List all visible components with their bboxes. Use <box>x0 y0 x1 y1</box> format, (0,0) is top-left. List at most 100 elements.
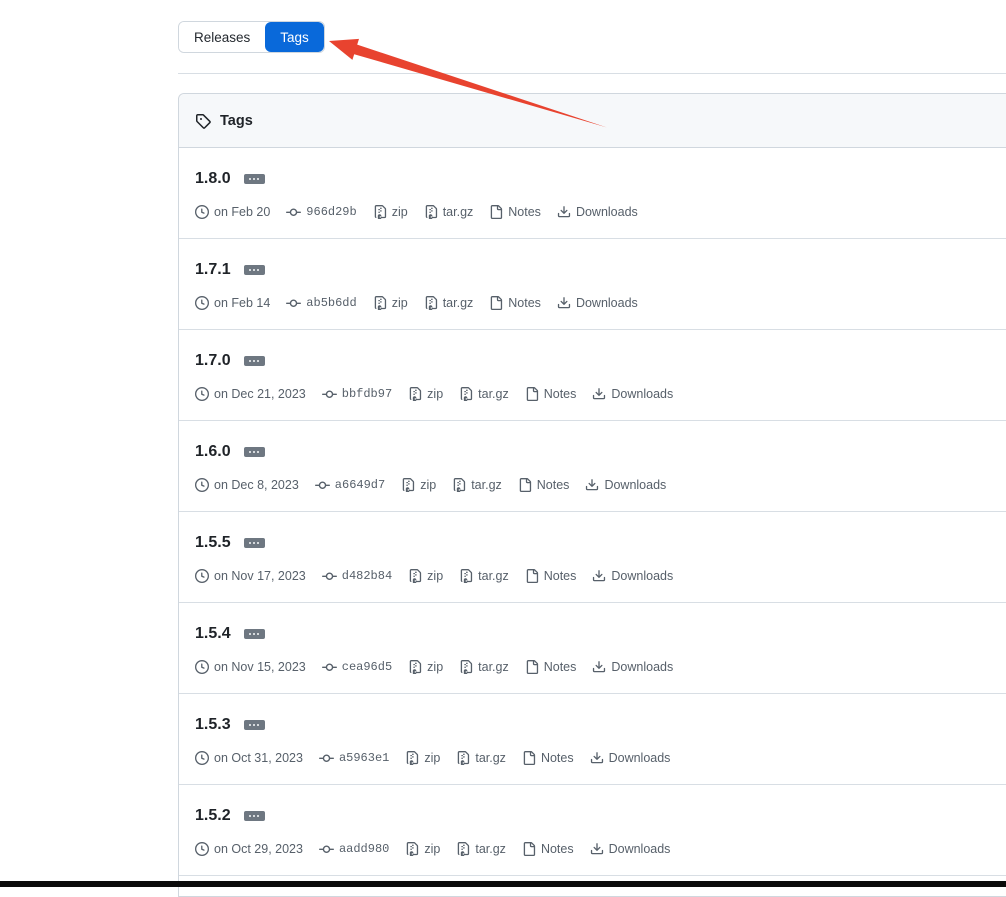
clock-icon <box>195 387 209 401</box>
file-zip-icon <box>408 387 422 401</box>
file-icon <box>522 842 536 856</box>
commit-link[interactable]: bbfdb97 <box>321 386 392 402</box>
ellipsis-badge[interactable] <box>243 720 265 730</box>
zip-download-link[interactable]: zip <box>401 477 436 493</box>
file-zip-icon <box>459 569 473 583</box>
tags-panel-header: Tags <box>179 94 1006 148</box>
file-zip-icon <box>456 842 470 856</box>
notes-link[interactable]: Notes <box>518 477 570 493</box>
downloads-link[interactable]: Downloads <box>592 659 673 675</box>
commit-link[interactable]: a6649d7 <box>314 477 386 493</box>
tag-name-link[interactable]: 1.5.3 <box>195 715 231 735</box>
tag-date: on Nov 17, 2023 <box>195 568 306 584</box>
commit-hash: a5963e1 <box>338 751 390 765</box>
tag-date: on Feb 20 <box>195 204 270 220</box>
clock-icon <box>195 751 209 765</box>
notes-link[interactable]: Notes <box>489 295 541 311</box>
git-commit-icon <box>318 751 334 766</box>
tag-name-link[interactable]: 1.6.0 <box>195 442 231 462</box>
file-zip-icon <box>405 842 419 856</box>
notes-label: Notes <box>536 478 570 492</box>
tag-name-link[interactable]: 1.7.1 <box>195 260 231 280</box>
clock-icon <box>195 296 209 310</box>
zip-download-link[interactable]: zip <box>408 659 443 675</box>
downloads-link[interactable]: Downloads <box>592 568 673 584</box>
ellipsis-badge[interactable] <box>243 447 265 457</box>
zip-label: zip <box>427 387 444 401</box>
tag-name-link[interactable]: 1.5.2 <box>195 806 231 826</box>
tag-name-link[interactable]: 1.5.5 <box>195 533 231 553</box>
commit-hash: a6649d7 <box>334 478 386 492</box>
targz-download-link[interactable]: tar.gz <box>456 750 506 766</box>
tag-row: 1.5.5 on Nov 17, 2023 d482b84 zip tar.gz… <box>179 512 1006 603</box>
tag-date-text: on Dec 8, 2023 <box>214 478 299 492</box>
tag-row: 1.5.2 on Oct 29, 2023 aadd980 zip tar.gz… <box>179 785 1006 876</box>
zip-label: zip <box>424 751 441 765</box>
notes-label: Notes <box>508 296 541 310</box>
targz-download-link[interactable]: tar.gz <box>459 386 509 402</box>
downloads-label: Downloads <box>611 569 674 583</box>
targz-download-link[interactable]: tar.gz <box>459 568 509 584</box>
tag-name-link[interactable]: 1.5.4 <box>195 624 231 644</box>
commit-link[interactable]: 966d29b <box>286 204 357 220</box>
releases-tab[interactable]: Releases <box>179 22 266 52</box>
downloads-link[interactable]: Downloads <box>557 204 638 220</box>
notes-link[interactable]: Notes <box>525 386 576 402</box>
ellipsis-badge[interactable] <box>243 629 265 639</box>
targz-download-link[interactable]: tar.gz <box>424 204 473 220</box>
zip-download-link[interactable]: zip <box>373 295 408 311</box>
targz-label: tar.gz <box>442 296 474 310</box>
zip-label: zip <box>427 569 444 583</box>
commit-link[interactable]: cea96d5 <box>321 659 393 675</box>
notes-link[interactable]: Notes <box>525 659 576 675</box>
downloads-link[interactable]: Downloads <box>585 477 666 493</box>
targz-download-link[interactable]: tar.gz <box>459 659 509 675</box>
tag-row: 1.5.4 on Nov 15, 2023 cea96d5 zip tar.gz… <box>179 603 1006 694</box>
clock-icon <box>195 569 209 583</box>
zip-download-link[interactable]: zip <box>373 204 408 220</box>
commit-link[interactable]: ab5b6dd <box>286 295 357 311</box>
zip-download-link[interactable]: zip <box>405 750 440 766</box>
targz-download-link[interactable]: tar.gz <box>424 295 474 311</box>
downloads-link[interactable]: Downloads <box>557 295 638 311</box>
tag-row: 1.5.3 on Oct 31, 2023 a5963e1 zip tar.gz… <box>179 694 1006 785</box>
notes-link[interactable]: Notes <box>489 204 541 220</box>
zip-download-link[interactable]: zip <box>405 841 440 857</box>
tags-tab[interactable]: Tags <box>265 22 324 52</box>
notes-link[interactable]: Notes <box>522 841 574 857</box>
downloads-link[interactable]: Downloads <box>590 750 670 766</box>
zip-label: zip <box>420 478 437 492</box>
tag-name-link[interactable]: 1.8.0 <box>195 169 231 189</box>
ellipsis-badge[interactable] <box>243 811 265 821</box>
ellipsis-badge[interactable] <box>243 174 265 184</box>
tag-date: on Nov 15, 2023 <box>195 659 306 675</box>
notes-link[interactable]: Notes <box>522 750 574 766</box>
notes-label: Notes <box>508 205 541 219</box>
tag-row: 1.7.0 on Dec 21, 2023 bbfdb97 zip tar.gz… <box>179 330 1006 421</box>
tag-name-link[interactable]: 1.7.0 <box>195 351 231 371</box>
downloads-link[interactable]: Downloads <box>592 386 673 402</box>
targz-label: tar.gz <box>478 660 509 674</box>
download-icon <box>590 842 604 856</box>
downloads-link[interactable]: Downloads <box>590 841 670 857</box>
targz-download-link[interactable]: tar.gz <box>452 477 502 493</box>
commit-link[interactable]: a5963e1 <box>318 750 390 766</box>
tag-date-text: on Nov 17, 2023 <box>214 569 306 583</box>
ellipsis-badge[interactable] <box>243 538 265 548</box>
tag-icon <box>195 113 211 129</box>
ellipsis-badge[interactable] <box>243 265 265 275</box>
file-zip-icon <box>459 387 473 401</box>
git-commit-icon <box>286 296 302 311</box>
commit-link[interactable]: aadd980 <box>318 841 389 857</box>
commit-hash: cea96d5 <box>341 660 393 674</box>
tag-list: 1.8.0 on Feb 20 966d29b zip tar.gz Notes… <box>179 148 1006 876</box>
ellipsis-badge[interactable] <box>243 356 265 366</box>
zip-download-link[interactable]: zip <box>408 568 443 584</box>
zip-download-link[interactable]: zip <box>408 386 443 402</box>
commit-link[interactable]: d482b84 <box>321 568 392 584</box>
targz-download-link[interactable]: tar.gz <box>456 841 506 857</box>
notes-link[interactable]: Notes <box>525 568 577 584</box>
notes-label: Notes <box>543 569 577 583</box>
downloads-label: Downloads <box>575 296 638 310</box>
targz-label: tar.gz <box>471 478 502 492</box>
